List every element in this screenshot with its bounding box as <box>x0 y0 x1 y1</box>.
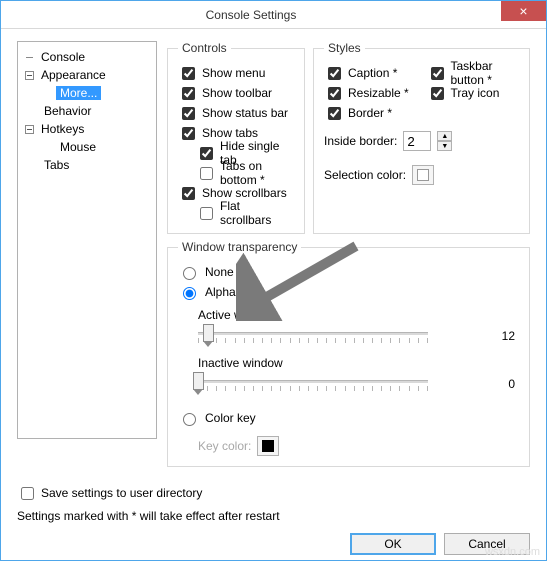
selection-color-button[interactable] <box>412 165 434 185</box>
close-button[interactable]: × <box>501 1 546 21</box>
dash-icon <box>24 52 35 63</box>
key-color-button <box>257 436 279 456</box>
show-toolbar-checkbox[interactable]: Show toolbar <box>178 83 294 103</box>
resizable-checkbox[interactable]: Resizable * <box>324 83 417 103</box>
taskbar-button-checkbox[interactable]: Taskbar button * <box>427 63 520 83</box>
key-color-label: Key color: <box>198 439 251 453</box>
slider-thumb[interactable] <box>203 324 214 342</box>
tree-item-appearance[interactable]: Appearance <box>22 66 152 84</box>
active-window-value: 12 <box>489 329 519 343</box>
category-tree[interactable]: Console Appearance More... Behavior Hotk… <box>17 41 157 439</box>
inactive-window-label: Inactive window <box>178 356 519 370</box>
tree-item-console[interactable]: Console <box>22 48 152 66</box>
spin-down-icon[interactable]: ▼ <box>437 141 452 151</box>
window-title: Console Settings <box>1 8 501 22</box>
active-window-label: Active window <box>178 308 519 322</box>
border-checkbox[interactable]: Border * <box>324 103 417 123</box>
styles-group: Styles Caption * Resizable * Border * Ta… <box>313 41 530 234</box>
active-window-slider[interactable] <box>198 322 428 350</box>
controls-group: Controls Show menu Show toolbar Show sta… <box>167 41 305 234</box>
selection-color-label: Selection color: <box>324 168 406 182</box>
settings-dialog: Console Settings × Console Appearance Mo… <box>0 0 547 561</box>
tree-item-tabs[interactable]: Tabs <box>22 156 152 174</box>
titlebar: Console Settings × <box>1 1 546 29</box>
inside-border-input[interactable] <box>403 131 431 151</box>
collapse-icon[interactable] <box>24 70 35 81</box>
save-user-dir-checkbox[interactable]: Save settings to user directory <box>17 483 530 503</box>
inside-border-label: Inside border: <box>324 134 397 148</box>
show-status-bar-checkbox[interactable]: Show status bar <box>178 103 294 123</box>
spin-up-icon[interactable]: ▲ <box>437 131 452 141</box>
tabs-on-bottom-checkbox[interactable]: Tabs on bottom * <box>196 163 294 183</box>
inactive-window-value: 0 <box>489 377 519 391</box>
inside-border-spinner[interactable]: ▲ ▼ <box>437 131 452 151</box>
controls-legend: Controls <box>178 41 231 55</box>
transparency-legend: Window transparency <box>178 240 301 254</box>
tree-item-behavior[interactable]: Behavior <box>22 102 152 120</box>
caption-checkbox[interactable]: Caption * <box>324 63 417 83</box>
tree-item-hotkeys[interactable]: Hotkeys <box>22 120 152 138</box>
watermark: wsxdn.com <box>485 546 540 558</box>
show-menu-checkbox[interactable]: Show menu <box>178 63 294 83</box>
tree-item-mouse[interactable]: Mouse <box>22 138 152 156</box>
inactive-window-slider[interactable] <box>198 370 428 398</box>
collapse-icon[interactable] <box>24 124 35 135</box>
transparency-alpha-radio[interactable]: Alpha <box>178 282 519 302</box>
transparency-colorkey-radio[interactable]: Color key <box>178 408 519 428</box>
window-transparency-group: Window transparency None Alpha Active wi… <box>167 240 530 467</box>
transparency-none-radio[interactable]: None <box>178 262 519 282</box>
flat-scrollbars-checkbox[interactable]: Flat scrollbars <box>196 203 294 223</box>
restart-note: Settings marked with * will take effect … <box>17 509 530 523</box>
styles-legend: Styles <box>324 41 365 55</box>
slider-thumb[interactable] <box>193 372 204 390</box>
ok-button[interactable]: OK <box>350 533 436 555</box>
tree-item-more[interactable]: More... <box>22 84 152 102</box>
